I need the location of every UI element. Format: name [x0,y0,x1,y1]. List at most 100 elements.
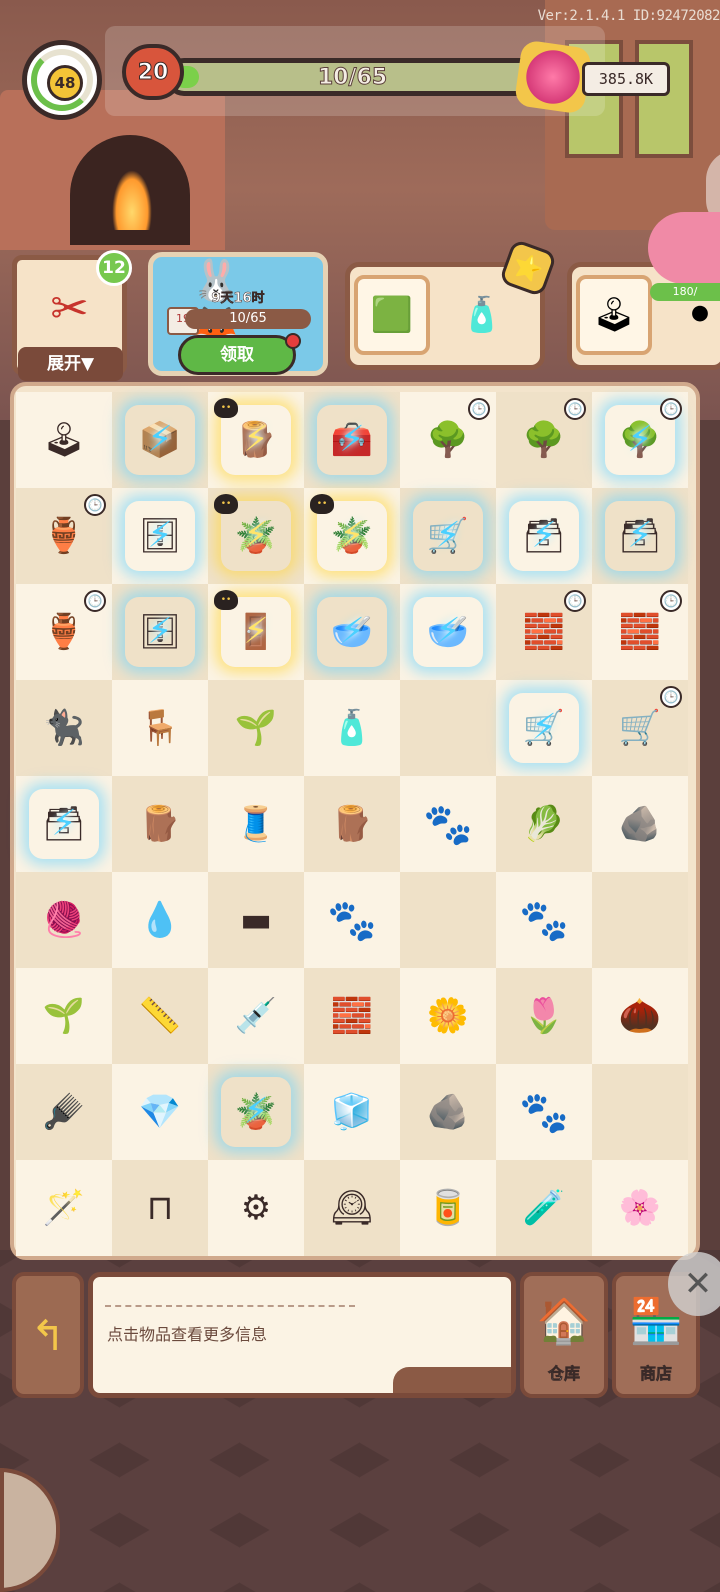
board-cell[interactable]: 🪴 ⚡ [208,1064,304,1160]
board-cell[interactable]: 🗄 ⚡ [112,584,208,680]
button-knob-icon[interactable]: ⚙ [221,1173,291,1243]
board-cell[interactable]: 🏺 🕒 [16,488,112,584]
firewood-icon[interactable]: 🪵 [125,789,195,859]
board-cell[interactable] [592,872,688,968]
board-cell[interactable]: 🛒 ⚡ [400,488,496,584]
board-cell[interactable]: 🕹 [16,392,112,488]
board-cell[interactable]: 🧱 🕒 [496,584,592,680]
board-cell[interactable]: 🌱 [208,680,304,776]
seedling-box-icon[interactable]: 🌱 [29,981,99,1051]
board-cell[interactable]: 🗃 ⚡ [16,776,112,872]
board-cell[interactable]: 🪵 [112,776,208,872]
board-cell[interactable]: 🪴 ⚡ •• [208,488,304,584]
piggy-bank-icon[interactable] [648,212,720,284]
board-cell[interactable]: 🥣 ⚡ [304,584,400,680]
board-cell[interactable]: 🧱 🕒 [592,584,688,680]
dropper-bottle-icon[interactable]: 💧 [125,885,195,955]
board-cell[interactable]: 🥣 ⚡ [400,584,496,680]
board-cell[interactable]: 🧶 [16,872,112,968]
board-cell[interactable]: 🪵 ⚡ •• [208,392,304,488]
board-cell[interactable]: 🐈‍⬛ [16,680,112,776]
board-cell[interactable]: 🌳 🕒 [400,392,496,488]
ice-crystals-icon[interactable]: 🧊 [317,1077,387,1147]
iron-bar-icon[interactable]: ▬ [221,885,291,955]
board-cell[interactable]: 📏 [112,968,208,1064]
thread-spool-icon[interactable]: 🧶 [29,885,99,955]
board-cell[interactable]: 🧪 [496,1160,592,1256]
board-cell[interactable] [400,872,496,968]
claim-button[interactable]: 领取 [178,335,296,375]
board-cell[interactable]: 🪨 [592,776,688,872]
expand-button[interactable]: 展开▼ [18,347,123,381]
board-cell[interactable]: ⊓ [112,1160,208,1256]
handle-icon[interactable]: ⊓ [125,1173,195,1243]
potion-flask-icon[interactable]: 🧪 [509,1173,579,1243]
golden-clock-icon[interactable]: 🕰 [317,1173,387,1243]
pink-succulent-icon[interactable]: 🌷 [509,981,579,1051]
potion-bottle-icon[interactable]: 🧴 [317,693,387,763]
magic-wand-icon[interactable]: 🪄 [29,1173,99,1243]
board-cell[interactable]: 💉 [208,968,304,1064]
arcade-machine-icon[interactable]: 🕹 [29,405,99,475]
board-cell[interactable]: 🪮 [16,1064,112,1160]
spirit-level-icon[interactable]: 📏 [125,981,195,1051]
board-cell[interactable]: 🧵 [208,776,304,872]
berry-plant-icon[interactable]: 🌱 [221,693,291,763]
board-cell[interactable]: 🪴 ⚡ •• [304,488,400,584]
board-cell[interactable]: 💧 [112,872,208,968]
board-cell[interactable]: 🌸 [592,1160,688,1256]
pipette-icon[interactable]: 💉 [221,981,291,1051]
board-cell[interactable]: 🛒 ⚡ [496,680,592,776]
comb-tool-icon[interactable]: 🪮 [29,1077,99,1147]
green-succulent-icon[interactable]: 🥬 [509,789,579,859]
board-cell[interactable]: 🐾 [304,872,400,968]
coal-icon[interactable]: 🪨 [413,1077,483,1147]
board-cell[interactable]: 🪵 [304,776,400,872]
close-icon[interactable]: ✕ [668,1252,720,1316]
pumpkin-icon[interactable]: 20 [122,44,184,100]
board-cell[interactable]: 🌳 🕒 [496,392,592,488]
board-cell[interactable]: 🏺 🕒 [16,584,112,680]
rock-icon[interactable]: 🪨 [605,789,675,859]
board-cell[interactable]: 🗃 ⚡ [592,488,688,584]
board-cell[interactable]: 🥫 [400,1160,496,1256]
board-cell[interactable]: 🗃 ⚡ [496,488,592,584]
board-cell[interactable]: 🌳 ⚡ 🕒 [592,392,688,488]
black-cat-icon[interactable]: 🐈‍⬛ [29,693,99,763]
potted-tree-icon[interactable]: 🌸 [605,1173,675,1243]
board-cell[interactable]: 🧊 [304,1064,400,1160]
board-cell[interactable]: 🥬 [496,776,592,872]
board-cell[interactable] [592,1064,688,1160]
player-level-badge[interactable]: 48 [22,40,102,120]
board-cell[interactable]: ⚙ [208,1160,304,1256]
blue-flower-icon[interactable]: 🌼 [413,981,483,1051]
board-cell[interactable]: 🧰 ⚡ [304,392,400,488]
board-cell[interactable]: 🧱 [304,968,400,1064]
back-arrow-button[interactable]: ↰ [12,1272,84,1398]
board-cell[interactable]: 🪄 [16,1160,112,1256]
board-cell[interactable]: ▬ [208,872,304,968]
board-cell[interactable]: 🌼 [400,968,496,1064]
board-cell[interactable]: 🧴 [304,680,400,776]
acorns-icon[interactable]: 🌰 [605,981,675,1051]
crystal-sand-icon[interactable]: 💎 [125,1077,195,1147]
sewing-kit-icon[interactable]: 🧵 [221,789,291,859]
board-cell[interactable] [400,680,496,776]
board-cell[interactable]: 🌰 [592,968,688,1064]
paint-can-icon[interactable]: 🥫 [413,1173,483,1243]
iron-bars-icon[interactable]: 🧱 [317,981,387,1051]
wood-planks-icon[interactable]: 🪵 [317,789,387,859]
board-cell[interactable]: 🛒 🕒 [592,680,688,776]
board-cell[interactable]: 🗄 ⚡ [112,488,208,584]
board-cell[interactable]: 🌷 [496,968,592,1064]
board-cell[interactable]: 📦 ⚡ [112,392,208,488]
board-cell[interactable]: 🕰 [304,1160,400,1256]
board-cell[interactable]: 🐾 [496,872,592,968]
board-cell[interactable]: 🐾 [400,776,496,872]
board-cell[interactable]: 💎 [112,1064,208,1160]
board-cell[interactable]: 🐾 [496,1064,592,1160]
board-cell[interactable]: 🪨 [400,1064,496,1160]
gem-icon[interactable] [513,39,593,115]
side-table-icon[interactable]: 🪑 [125,693,195,763]
board-cell[interactable]: 🌱 [16,968,112,1064]
